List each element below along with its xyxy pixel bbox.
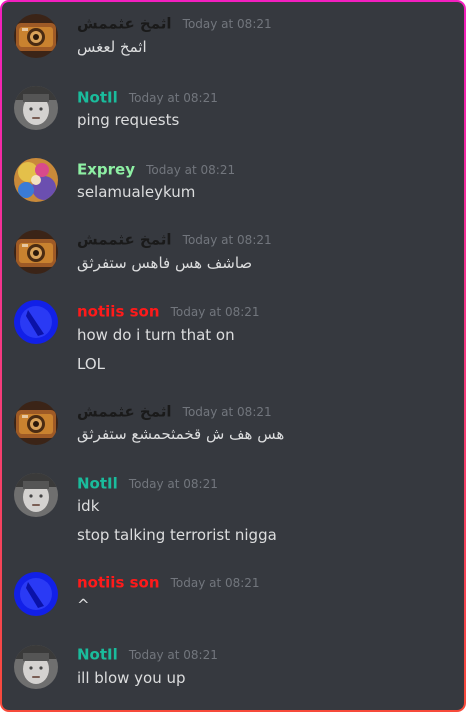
message-author[interactable]: NotIl [77, 646, 118, 664]
message-author[interactable]: اثمخ عثممش [77, 403, 172, 421]
camera-avatar[interactable] [14, 230, 58, 274]
message-author[interactable]: Exprey [77, 161, 135, 179]
message-text: stop talking terrorist nigga [77, 526, 277, 544]
message-group: NotIl Today at 08:21 idk stop talking te… [2, 460, 464, 560]
message-timestamp: Today at 08:21 [182, 232, 272, 247]
message-group: notiis son Today at 08:21 how do i turn … [2, 288, 464, 388]
message-group: NotIl Today at 08:21 ill blow you up [2, 632, 464, 710]
gray-face-avatar[interactable] [14, 645, 58, 689]
message-author[interactable]: notiis son [77, 574, 160, 592]
window-frame: اثمخ عثممش Today at 08:21 اثمخ لعغس NotI… [0, 0, 466, 712]
message-timestamp: Today at 08:21 [170, 304, 260, 319]
message-author[interactable]: NotIl [77, 475, 118, 493]
message-author[interactable]: اثمخ عثممش [77, 15, 172, 33]
message-timestamp: Today at 08:21 [146, 162, 236, 177]
message-group: اثمخ عثممش Today at 08:21 هس هف ش قخمثحم… [2, 388, 464, 460]
message-group: اثمخ عثممش Today at 08:21 صاشف هس فاهس س… [2, 216, 464, 288]
message-text: ill blow you up [77, 669, 186, 687]
message-timestamp: Today at 08:21 [128, 647, 218, 662]
message-timestamp: Today at 08:21 [182, 404, 272, 419]
message-text: ping requests [77, 111, 180, 129]
message-text: selamualeykum [77, 183, 196, 201]
message-group: notiis son Today at 08:21 ^ [2, 560, 464, 632]
colorful-avatar[interactable] [14, 158, 58, 202]
gray-face-avatar[interactable] [14, 86, 58, 130]
blue-avatar[interactable] [14, 572, 58, 616]
message-timestamp: Today at 08:21 [128, 476, 218, 491]
message-timestamp: Today at 08:21 [170, 575, 260, 590]
message-text: صاشف هس فاهس ستفرثق [77, 254, 253, 272]
message-text: how do i turn that on [77, 326, 235, 344]
message-text: ^ [77, 596, 90, 614]
message-text: اثمخ لعغس [77, 38, 147, 56]
message-group: اثمخ عثممش Today at 08:21 اثمخ لعغس [2, 2, 464, 72]
gray-face-avatar[interactable] [14, 473, 58, 517]
message-text: LOL [77, 355, 105, 373]
message-timestamp: Today at 08:21 [128, 90, 218, 105]
blue-avatar[interactable] [14, 300, 58, 344]
message-group: Exprey Today at 08:21 selamualeykum [2, 144, 464, 216]
message-author[interactable]: اثمخ عثممش [77, 231, 172, 249]
message-group: NotIl Today at 08:21 ping requests [2, 72, 464, 144]
message-text: هس هف ش قخمثحمشع ستفرثق [77, 425, 285, 443]
message-author[interactable]: notiis son [77, 303, 160, 321]
message-author[interactable]: NotIl [77, 89, 118, 107]
message-timestamp: Today at 08:21 [182, 16, 272, 31]
message-text: idk [77, 497, 100, 515]
chat-message-list[interactable]: اثمخ عثممش Today at 08:21 اثمخ لعغس NotI… [2, 2, 464, 710]
camera-avatar[interactable] [14, 401, 58, 445]
camera-avatar[interactable] [14, 14, 58, 58]
